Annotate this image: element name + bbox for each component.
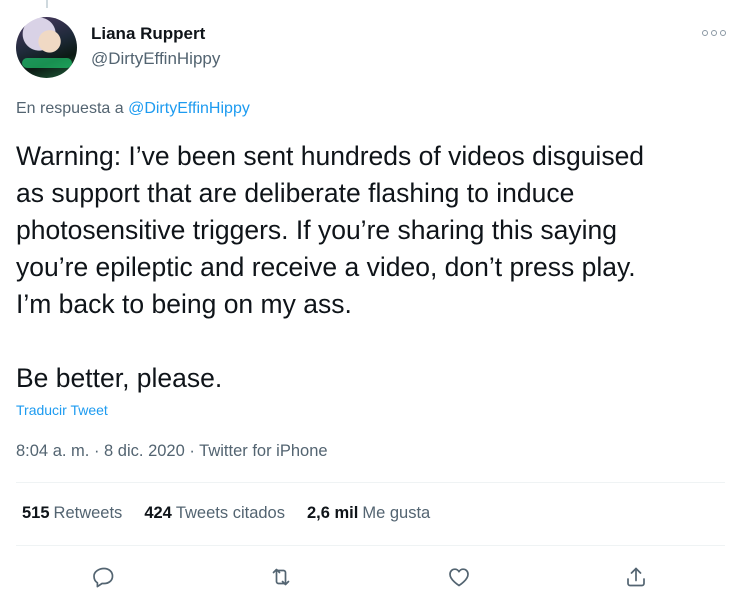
retweets-stat[interactable]: 515 Retweets bbox=[22, 504, 122, 523]
retweets-label: Retweets bbox=[53, 504, 123, 522]
tweet-line: Warning: I’ve been sent hundreds of vide… bbox=[16, 141, 645, 171]
divider bbox=[16, 482, 725, 483]
tweet-line: you’re epileptic and receive a video, do… bbox=[16, 252, 636, 282]
tweet-stats: 515 Retweets 424 Tweets citados 2,6 mil Me … bbox=[22, 504, 430, 523]
meta-separator: · bbox=[89, 442, 105, 460]
tweet-date[interactable]: 8 dic. 2020 bbox=[104, 442, 185, 460]
tweet-closing-line: Be better, please. bbox=[16, 363, 223, 393]
more-options-button[interactable] bbox=[702, 26, 726, 40]
tweet-line: I’m back to being on my ass. bbox=[16, 289, 352, 319]
reply-prefix: En respuesta a bbox=[16, 100, 129, 117]
likes-stat[interactable]: 2,6 mil Me gusta bbox=[307, 504, 430, 523]
author-handle[interactable]: @DirtyEffinHippy bbox=[91, 49, 220, 69]
author-display-name[interactable]: Liana Ruppert bbox=[91, 24, 205, 44]
tweet-timestamp: 8:04 a. m. · 8 dic. 2020 · Twitter for i… bbox=[16, 442, 328, 461]
quotes-count: 424 bbox=[144, 504, 172, 522]
more-dot-icon bbox=[711, 30, 717, 36]
reply-icon bbox=[93, 567, 114, 588]
tweet-source[interactable]: Twitter for iPhone bbox=[199, 442, 327, 460]
likes-count: 2,6 mil bbox=[306, 504, 359, 522]
meta-separator: · bbox=[184, 442, 200, 460]
tweet-actions-bar bbox=[0, 560, 741, 594]
more-dot-icon bbox=[702, 30, 708, 36]
reply-button[interactable] bbox=[87, 560, 121, 594]
like-icon bbox=[449, 568, 469, 587]
tweet-time[interactable]: 8:04 a. m. bbox=[16, 442, 89, 460]
tweet-text: Warning: I’ve been sent hundreds of vide… bbox=[16, 138, 716, 397]
avatar-glow bbox=[22, 58, 72, 68]
thread-connector-line bbox=[46, 0, 48, 8]
translate-tweet-link[interactable]: Traducir Tweet bbox=[16, 402, 108, 418]
share-button[interactable] bbox=[619, 560, 653, 594]
tweet-line: photosensitive triggers. If you’re shari… bbox=[16, 215, 617, 245]
likes-label: Me gusta bbox=[362, 504, 431, 522]
retweet-icon bbox=[272, 568, 290, 586]
avatar[interactable] bbox=[16, 17, 77, 78]
like-button[interactable] bbox=[442, 560, 476, 594]
tweet-line: as support that are deliberate flashing … bbox=[16, 178, 575, 208]
quotes-stat[interactable]: 424 Tweets citados bbox=[144, 504, 285, 523]
divider bbox=[16, 545, 725, 546]
more-dot-icon bbox=[720, 30, 726, 36]
reply-to-handle-link[interactable]: @DirtyEffinHippy bbox=[128, 100, 250, 117]
share-icon bbox=[627, 567, 645, 587]
retweets-count: 515 bbox=[22, 504, 50, 522]
quotes-label: Tweets citados bbox=[175, 504, 285, 522]
reply-context: En respuesta a @DirtyEffinHippy bbox=[16, 100, 250, 118]
retweet-button[interactable] bbox=[264, 560, 298, 594]
